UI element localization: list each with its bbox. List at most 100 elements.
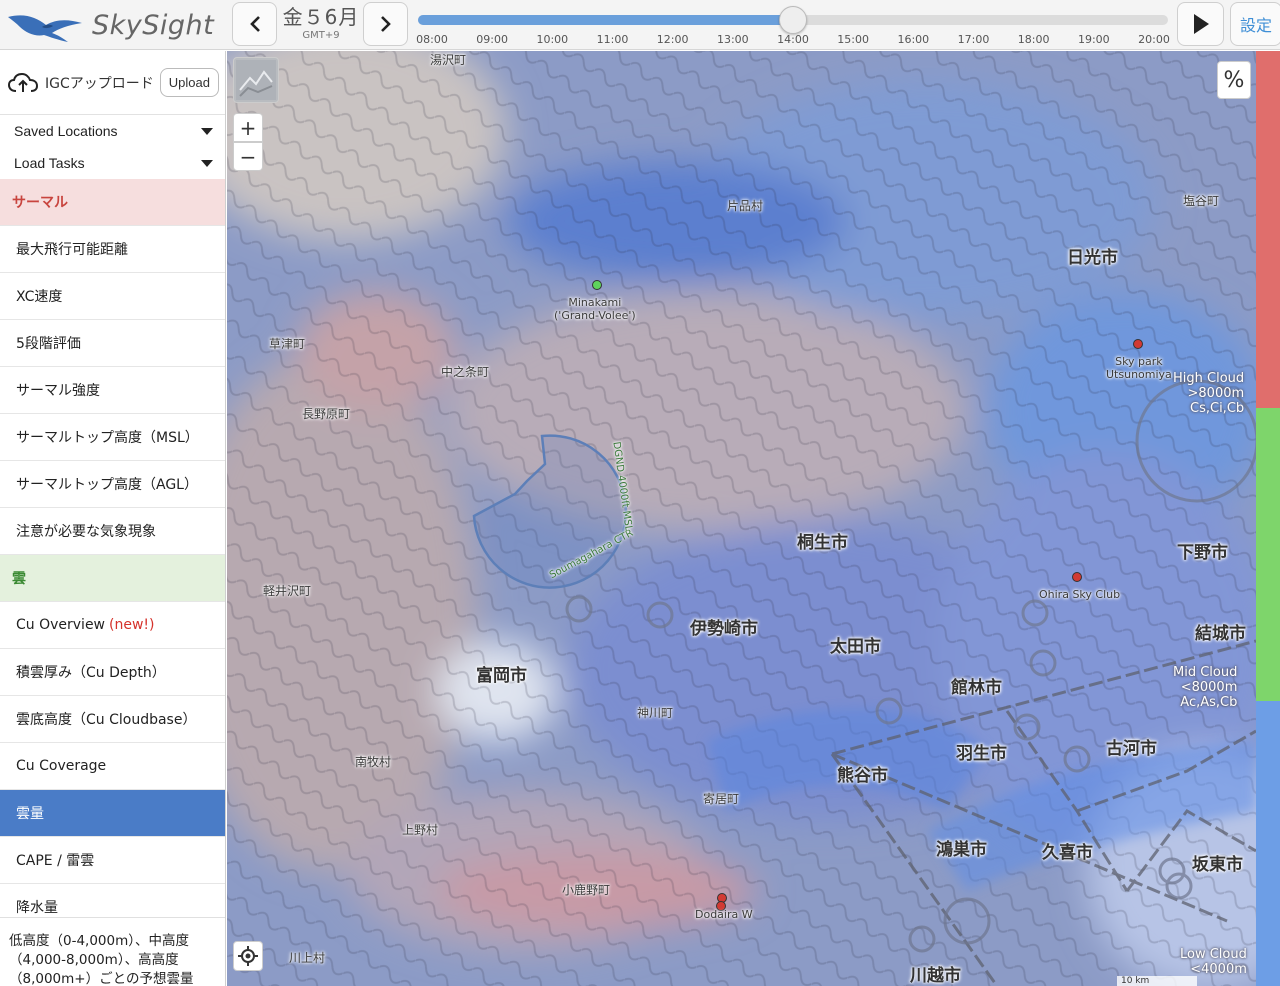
menu-item-thermal-top-agl[interactable]: サーマルトップ高度（AGL） bbox=[0, 461, 225, 508]
saved-locations-dropdown[interactable]: Saved Locations bbox=[0, 115, 225, 147]
place-label: 草津町 bbox=[269, 337, 306, 351]
time-tick[interactable]: 18:00 bbox=[1018, 33, 1050, 46]
menu-item-cu-cloudbase[interactable]: 雲底高度（Cu Cloudbase） bbox=[0, 696, 225, 743]
place-label: 片品村 bbox=[727, 199, 764, 213]
city-label: 桐生市 bbox=[797, 533, 848, 553]
airfield-label: Minakami ('Grand-Volee') bbox=[554, 296, 636, 322]
previous-day-button[interactable] bbox=[232, 2, 277, 46]
time-slider-fill bbox=[418, 15, 793, 25]
place-label: 寄居町 bbox=[703, 792, 740, 806]
upload-button[interactable]: Upload bbox=[159, 68, 219, 97]
settings-button[interactable]: 設定 bbox=[1230, 2, 1280, 46]
menu-item-cu-overview[interactable]: Cu Overview (new!) bbox=[0, 602, 225, 649]
time-tick[interactable]: 16:00 bbox=[897, 33, 929, 46]
city-label: 川越市 bbox=[910, 966, 961, 986]
menu-item-cloud-amount[interactable]: 雲量 bbox=[0, 790, 225, 837]
map-terrain-layer bbox=[227, 51, 1256, 986]
percent-toggle-button[interactable]: % bbox=[1217, 61, 1251, 99]
city-label: 鴻巣市 bbox=[936, 840, 987, 860]
city-label: 古河市 bbox=[1106, 739, 1157, 759]
next-day-button[interactable] bbox=[363, 2, 408, 46]
time-tick[interactable]: 17:00 bbox=[958, 33, 990, 46]
airfield-marker bbox=[1133, 339, 1143, 349]
legend-line: >8000m bbox=[1187, 386, 1245, 401]
time-tick[interactable]: 14:00 bbox=[777, 33, 809, 46]
city-label: 富岡市 bbox=[476, 666, 527, 686]
load-tasks-dropdown[interactable]: Load Tasks bbox=[0, 147, 225, 179]
place-label: 南牧村 bbox=[355, 755, 392, 769]
zoom-in-button[interactable]: + bbox=[233, 113, 263, 142]
app-name: SkySight bbox=[92, 9, 215, 41]
sidebar: IGCアップロード Upload Saved Locations Load Ta… bbox=[0, 51, 226, 986]
play-icon bbox=[1193, 14, 1209, 34]
category-cloud[interactable]: 雲 bbox=[0, 555, 225, 602]
new-badge: (new!) bbox=[109, 617, 155, 633]
place-label: 湯沢町 bbox=[430, 53, 467, 67]
airfield-marker bbox=[1072, 572, 1082, 582]
menu-item-weather-hazards[interactable]: 注意が必要な気象現象 bbox=[0, 508, 225, 555]
city-label: 熊谷市 bbox=[837, 766, 888, 786]
cloud-level-colorbar bbox=[1256, 51, 1280, 986]
chevron-left-icon bbox=[249, 16, 260, 32]
menu-item-thermal-top-msl[interactable]: サーマルトップ高度（MSL） bbox=[0, 414, 225, 461]
map-scale: 10 km bbox=[1117, 976, 1197, 986]
cloud-upload-icon bbox=[8, 72, 38, 92]
city-label: 伊勢崎市 bbox=[690, 619, 758, 639]
place-label: 神川町 bbox=[637, 706, 674, 720]
low-cloud-bar bbox=[1256, 701, 1280, 986]
place-label: 上野村 bbox=[402, 823, 439, 837]
legend-line: <4000m bbox=[1190, 962, 1247, 977]
airfield-marker bbox=[592, 280, 602, 290]
time-tick[interactable]: 15:00 bbox=[837, 33, 869, 46]
basemap-layer-toggle[interactable] bbox=[233, 57, 279, 103]
time-tick[interactable]: 11:00 bbox=[597, 33, 629, 46]
city-label: 久喜市 bbox=[1042, 843, 1093, 863]
time-tick[interactable]: 09:00 bbox=[476, 33, 508, 46]
load-tasks-label: Load Tasks bbox=[14, 155, 85, 171]
locate-me-button[interactable] bbox=[233, 941, 263, 971]
saved-locations-label: Saved Locations bbox=[14, 123, 118, 139]
date-label: 金５6月 bbox=[282, 5, 360, 29]
city-label: 羽生市 bbox=[956, 744, 1007, 764]
app-logo[interactable]: SkySight bbox=[6, 4, 226, 46]
time-tick[interactable]: 12:00 bbox=[657, 33, 689, 46]
time-slider-thumb[interactable] bbox=[779, 6, 807, 34]
menu-item-cu-depth[interactable]: 積雲厚み（Cu Depth） bbox=[0, 649, 225, 696]
igc-upload-row: IGCアップロード Upload bbox=[0, 51, 225, 115]
menu-item-xc-speed[interactable]: XC速度 bbox=[0, 273, 225, 320]
high-cloud-bar bbox=[1256, 51, 1280, 408]
legend-line: Cs,Ci,Cb bbox=[1190, 401, 1245, 416]
city-label: 太田市 bbox=[830, 637, 881, 657]
menu-item-cu-coverage[interactable]: Cu Coverage bbox=[0, 743, 225, 790]
time-tick[interactable]: 13:00 bbox=[717, 33, 749, 46]
time-tick[interactable]: 20:00 bbox=[1138, 33, 1170, 46]
legend-line: Mid Cloud bbox=[1173, 665, 1238, 680]
place-label: 中之条町 bbox=[441, 365, 490, 379]
menu-item-max-distance[interactable]: 最大飛行可能距離 bbox=[0, 226, 225, 273]
place-label: 川上村 bbox=[289, 951, 326, 965]
airfield-label: Sky park Utsunomiya bbox=[1106, 355, 1172, 381]
low-cloud-legend: Low Cloud <4000m bbox=[1180, 947, 1247, 977]
airfield-label: Ohira Sky Club bbox=[1039, 588, 1121, 601]
high-cloud-legend: High Cloud >8000m Cs,Ci,Cb bbox=[1173, 371, 1244, 416]
city-label: 坂東市 bbox=[1192, 855, 1243, 875]
time-tick[interactable]: 08:00 bbox=[416, 33, 448, 46]
time-tick[interactable]: 10:00 bbox=[536, 33, 568, 46]
skysight-app: SkySight 金５6月 GMT+9 08:00 09:00 10:00 11:00… bbox=[0, 0, 1280, 986]
caret-down-icon bbox=[201, 127, 213, 135]
city-label: 日光市 bbox=[1067, 248, 1118, 268]
legend-line: Ac,As,Cb bbox=[1180, 695, 1238, 710]
menu-item-five-point-rating[interactable]: 5段階評価 bbox=[0, 320, 225, 367]
time-slider[interactable]: 08:00 09:00 10:00 11:00 12:00 13:00 14:00 15:00… bbox=[416, 6, 1170, 46]
menu-item-thermal-strength[interactable]: サーマル強度 bbox=[0, 367, 225, 414]
timezone-label: GMT+9 bbox=[302, 30, 340, 41]
zoom-out-button[interactable]: − bbox=[233, 142, 263, 171]
layer-description: 低高度（0-4,000m）、中高度（4,000-8,000m）、高高度（8,00… bbox=[0, 917, 225, 986]
date-display[interactable]: 金５6月 GMT+9 bbox=[281, 4, 361, 42]
chevron-right-icon bbox=[380, 16, 391, 32]
menu-item-cape-thunderstorm[interactable]: CAPE / 雷雲 bbox=[0, 837, 225, 884]
forecast-map[interactable]: Soumagahara CTR DGND 4000ft MSL 湯沢町 片品村 … bbox=[227, 51, 1256, 986]
category-thermal[interactable]: サーマル bbox=[0, 179, 225, 226]
play-button[interactable] bbox=[1177, 2, 1224, 46]
time-tick[interactable]: 19:00 bbox=[1078, 33, 1110, 46]
